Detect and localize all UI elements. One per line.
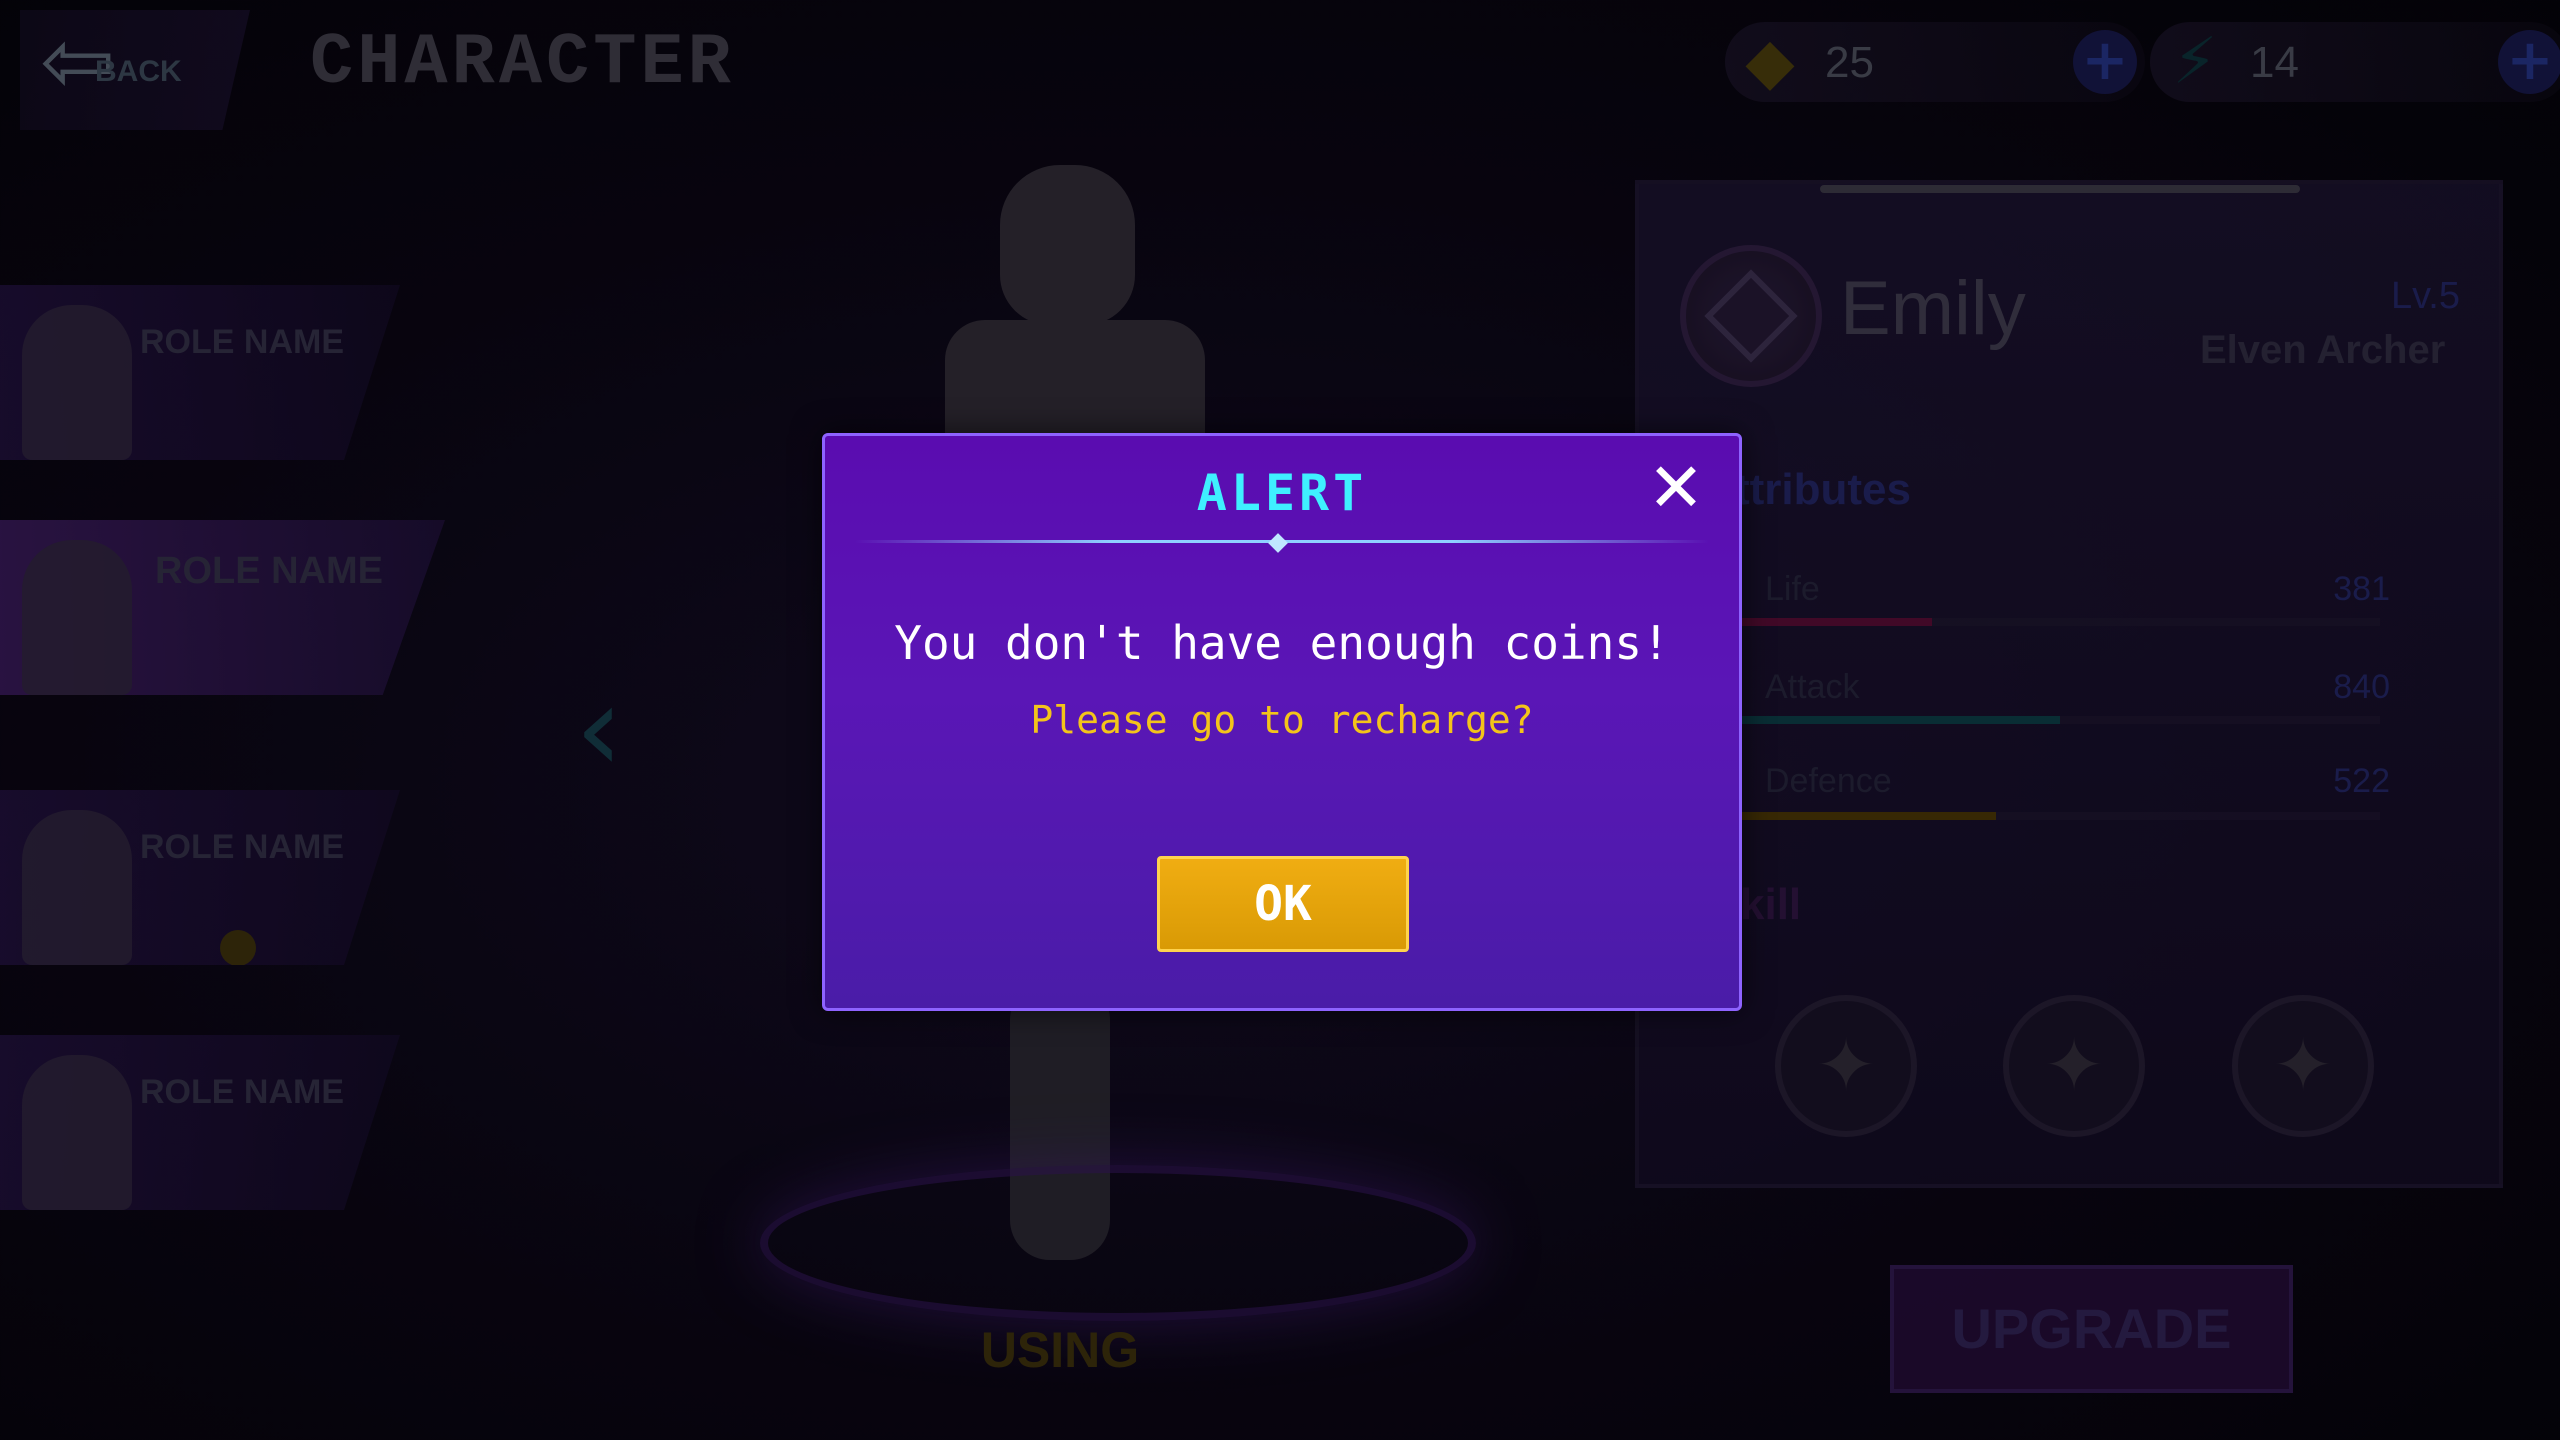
alert-message: You don't have enough coins! xyxy=(894,616,1670,670)
alert-title: ALERT xyxy=(1196,464,1368,522)
close-icon[interactable]: ✕ xyxy=(1641,454,1711,524)
ok-button[interactable]: OK xyxy=(1157,856,1409,952)
divider-notch xyxy=(1268,533,1288,553)
alert-sub-message: Please go to recharge? xyxy=(1030,698,1534,742)
alert-dialog: ALERT ✕ You don't have enough coins! Ple… xyxy=(822,433,1742,1011)
